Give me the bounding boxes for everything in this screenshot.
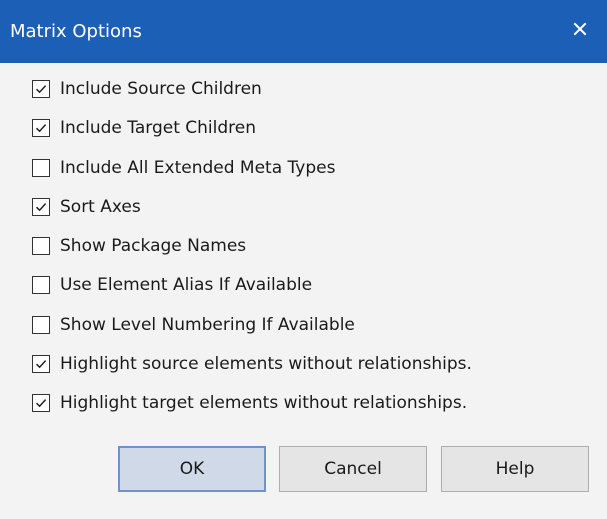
highlight-target-elements-checkbox[interactable]: [32, 394, 50, 412]
option-label: Show Level Numbering If Available: [60, 315, 355, 335]
show-package-names-checkbox[interactable]: [32, 237, 50, 255]
option-label: Include All Extended Meta Types: [60, 158, 336, 178]
checkmark-icon: [35, 399, 47, 408]
help-button[interactable]: Help: [441, 446, 589, 492]
dialog-title: Matrix Options: [10, 21, 142, 42]
cancel-button[interactable]: Cancel: [279, 446, 427, 492]
matrix-options-dialog: Matrix Options Include Source Children I…: [0, 0, 607, 519]
option-include-source-children[interactable]: Include Source Children: [32, 76, 262, 102]
close-icon: [573, 22, 587, 35]
option-label: Use Element Alias If Available: [60, 275, 313, 295]
option-label: Sort Axes: [60, 197, 141, 217]
option-label: Include Target Children: [60, 118, 257, 138]
option-label: Show Package Names: [60, 236, 247, 256]
use-element-alias-checkbox[interactable]: [32, 276, 50, 294]
checkmark-icon: [35, 85, 47, 94]
option-label: Highlight source elements without relati…: [60, 354, 472, 374]
include-target-children-checkbox[interactable]: [32, 119, 50, 137]
checkmark-icon: [35, 360, 47, 369]
checkmark-icon: [35, 203, 47, 212]
option-show-package-names[interactable]: Show Package Names: [32, 233, 246, 259]
option-show-level-numbering[interactable]: Show Level Numbering If Available: [32, 312, 355, 338]
option-sort-axes[interactable]: Sort Axes: [32, 194, 141, 220]
ok-button[interactable]: OK: [118, 446, 266, 492]
option-highlight-source-elements[interactable]: Highlight source elements without relati…: [32, 351, 472, 377]
include-source-children-checkbox[interactable]: [32, 80, 50, 98]
option-label: Include Source Children: [60, 79, 262, 99]
option-label: Highlight target elements without relati…: [60, 393, 468, 413]
option-include-all-extended-meta-types[interactable]: Include All Extended Meta Types: [32, 155, 335, 181]
show-level-numbering-checkbox[interactable]: [32, 316, 50, 334]
option-use-element-alias[interactable]: Use Element Alias If Available: [32, 272, 312, 298]
checkmark-icon: [35, 124, 47, 133]
option-include-target-children[interactable]: Include Target Children: [32, 115, 256, 141]
option-highlight-target-elements[interactable]: Highlight target elements without relati…: [32, 390, 467, 416]
highlight-source-elements-checkbox[interactable]: [32, 355, 50, 373]
sort-axes-checkbox[interactable]: [32, 198, 50, 216]
include-all-extended-meta-types-checkbox[interactable]: [32, 159, 50, 177]
close-button[interactable]: [553, 0, 607, 63]
title-bar: Matrix Options: [0, 0, 607, 63]
